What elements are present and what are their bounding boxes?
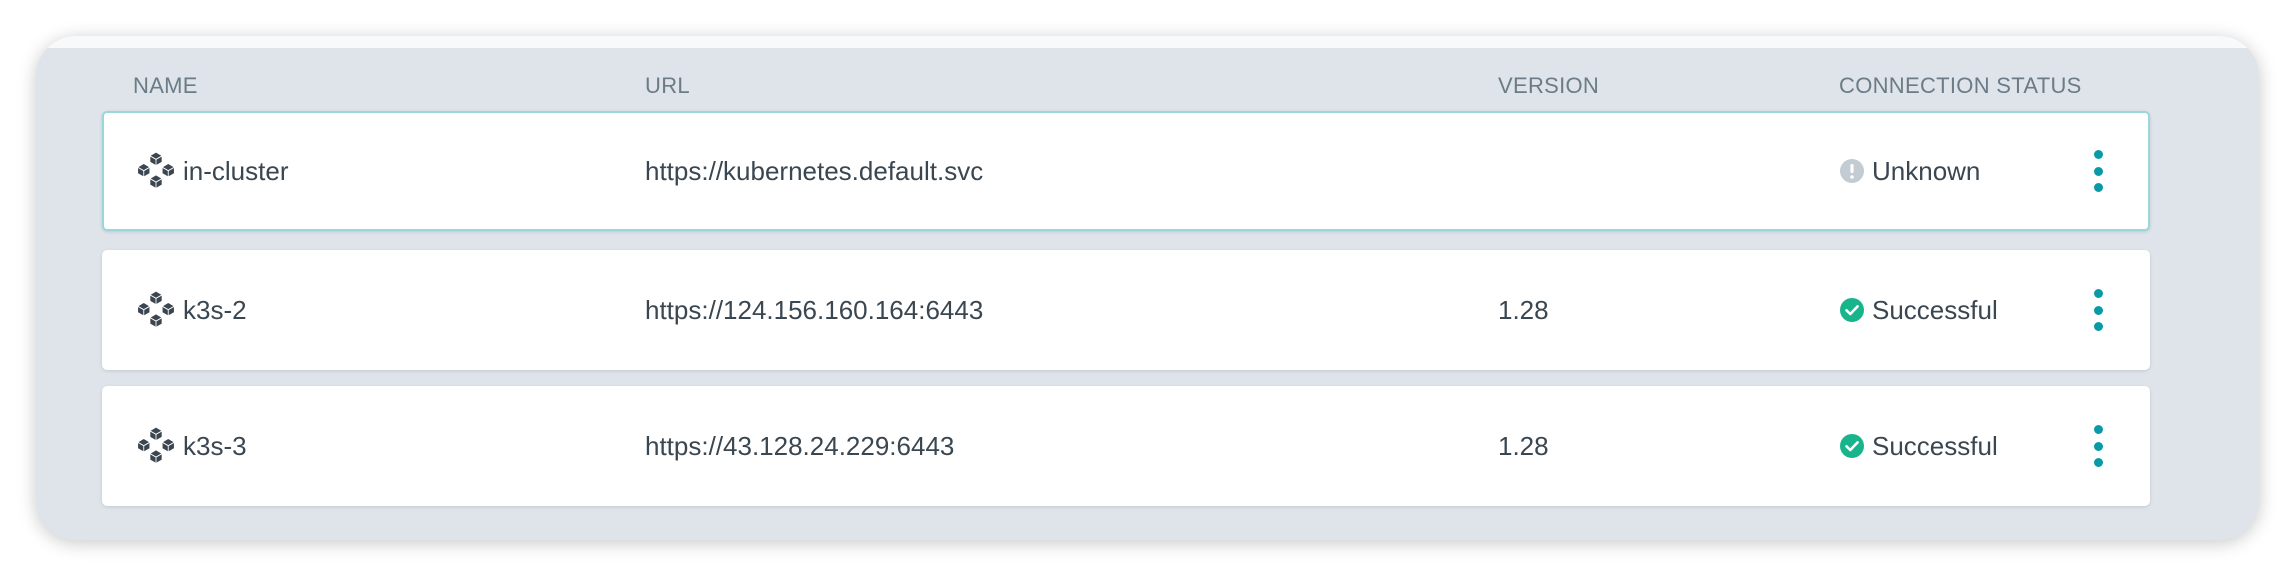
cluster-name: k3s-2: [183, 294, 247, 325]
cluster-version: 1.28: [1498, 294, 1549, 325]
cluster-url: https://kubernetes.default.svc: [645, 155, 984, 186]
row-actions-menu-button[interactable]: [2088, 150, 2108, 192]
cluster-version: 1.28: [1498, 430, 1549, 461]
connection-status: Successful: [1839, 250, 1998, 370]
cluster-name-cell: k3s-2: [135, 250, 247, 370]
connection-status: Unknown: [1839, 113, 1980, 229]
check-circle-icon: [1840, 434, 1864, 458]
cluster-url: https://124.156.160.164:6443: [645, 294, 984, 325]
cluster-name: k3s-3: [183, 430, 247, 461]
table-header: NAME URL VERSION CONNECTION STATUS: [36, 68, 2259, 104]
panel-top-band: [36, 36, 2259, 48]
table-row[interactable]: k3s-3 https://43.128.24.229:6443 1.28 Su…: [102, 386, 2150, 506]
more-vertical-icon: [2093, 425, 2103, 434]
cluster-name-cell: k3s-3: [135, 386, 247, 506]
connection-status: Successful: [1839, 386, 1998, 506]
row-actions-menu-button[interactable]: [2088, 425, 2108, 467]
cluster-name: in-cluster: [183, 155, 289, 186]
more-vertical-icon: [2093, 289, 2103, 298]
cluster-name-cell: in-cluster: [135, 113, 288, 229]
column-header-name: NAME: [133, 73, 198, 98]
row-actions-menu-button[interactable]: [2088, 289, 2108, 331]
connection-status-text: Unknown: [1872, 155, 1981, 186]
cluster-icon: [138, 152, 174, 188]
cluster-icon: [138, 427, 174, 463]
column-header-url: URL: [645, 73, 690, 98]
cluster-icon: [138, 291, 174, 327]
info-circle-icon: [1840, 159, 1864, 183]
clusters-panel: NAME URL VERSION CONNECTION STATUS in-cl…: [36, 36, 2259, 540]
column-header-connection-status: CONNECTION STATUS: [1839, 73, 2082, 98]
check-circle-icon: [1840, 298, 1864, 322]
connection-status-text: Successful: [1872, 294, 1998, 325]
cluster-url: https://43.128.24.229:6443: [645, 430, 955, 461]
table-row[interactable]: in-cluster https://kubernetes.default.sv…: [102, 111, 2150, 231]
column-header-version: VERSION: [1498, 73, 1600, 98]
connection-status-text: Successful: [1872, 430, 1998, 461]
table-row[interactable]: k3s-2 https://124.156.160.164:6443 1.28 …: [102, 250, 2150, 370]
more-vertical-icon: [2093, 150, 2103, 159]
